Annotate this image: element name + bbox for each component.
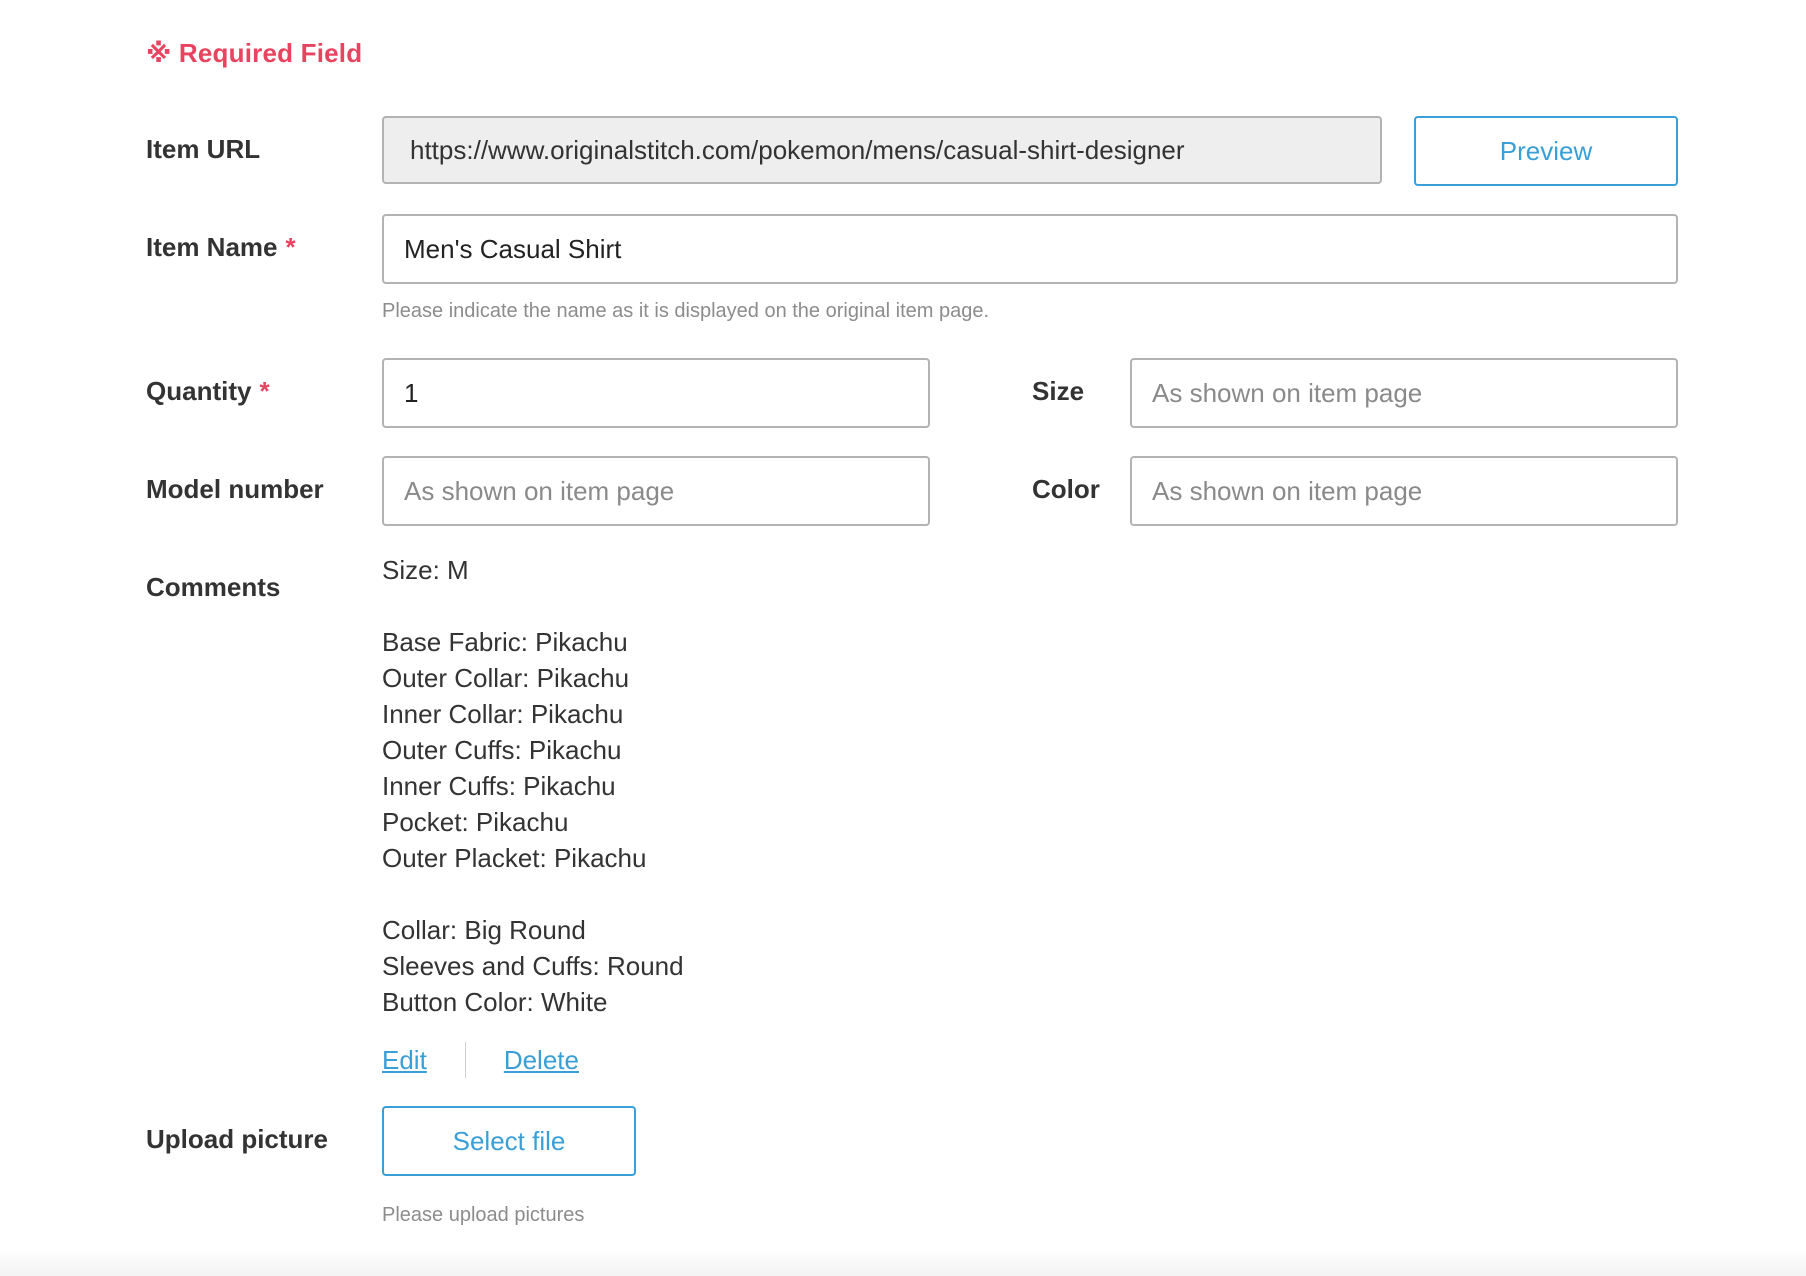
upload-picture-label-text: Upload picture	[146, 1124, 329, 1154]
model-number-input[interactable]	[382, 456, 930, 526]
comment-line: Outer Placket: Pikachu	[382, 843, 647, 873]
preview-button[interactable]: Preview	[1414, 116, 1678, 186]
size-label: Size	[1032, 376, 1085, 406]
edit-link[interactable]: Edit	[382, 1045, 427, 1076]
required-star: *	[285, 232, 296, 262]
item-url-label-text: Item URL	[146, 134, 261, 164]
comment-actions: Edit Delete	[382, 1040, 579, 1080]
item-url-label: Item URL	[146, 134, 260, 165]
bottom-shadow	[0, 1250, 1806, 1276]
select-file-button[interactable]: Select file	[382, 1106, 636, 1176]
comments-text: Size: M Base Fabric: Pikachu Outer Colla…	[382, 552, 684, 1020]
comments-label: Comments	[146, 572, 280, 603]
comments-label-text: Comments	[146, 572, 281, 602]
color-input[interactable]	[1130, 456, 1678, 526]
color-label: Color	[1032, 474, 1100, 504]
comment-line: Button Color: White	[382, 987, 608, 1017]
item-request-form: ※ Required Field Item URL Preview Item N…	[0, 0, 1806, 1276]
item-name-label-text: Item Name	[146, 232, 278, 262]
item-name-help: Please indicate the name as it is displa…	[382, 300, 990, 322]
item-name-label: Item Name *	[146, 232, 296, 263]
delete-link[interactable]: Delete	[504, 1045, 579, 1076]
required-star: *	[259, 376, 270, 406]
comment-line: Collar: Big Round	[382, 915, 586, 945]
quantity-input[interactable]	[382, 358, 930, 428]
comment-line	[382, 588, 684, 624]
comment-line: Outer Cuffs: Pikachu	[382, 735, 622, 765]
quantity-label: Quantity *	[146, 376, 270, 407]
comment-line: Size: M	[382, 555, 469, 585]
item-name-input[interactable]	[382, 214, 1678, 284]
required-field-note: ※ Required Field	[146, 38, 363, 68]
upload-picture-label: Upload picture	[146, 1124, 328, 1155]
comment-line: Inner Cuffs: Pikachu	[382, 771, 616, 801]
comment-line: Inner Collar: Pikachu	[382, 699, 624, 729]
comment-line: Base Fabric: Pikachu	[382, 627, 628, 657]
comment-line	[382, 876, 684, 912]
quantity-label-text: Quantity	[146, 376, 252, 406]
size-input[interactable]	[1130, 358, 1678, 428]
comment-line: Pocket: Pikachu	[382, 807, 569, 837]
link-divider	[464, 1042, 466, 1078]
model-number-label: Model number	[146, 474, 324, 505]
comment-line: Outer Collar: Pikachu	[382, 663, 630, 693]
item-url-field[interactable]	[382, 116, 1382, 184]
upload-help: Please upload pictures	[382, 1204, 585, 1226]
comment-line: Sleeves and Cuffs: Round	[382, 951, 684, 981]
model-number-label-text: Model number	[146, 474, 324, 504]
